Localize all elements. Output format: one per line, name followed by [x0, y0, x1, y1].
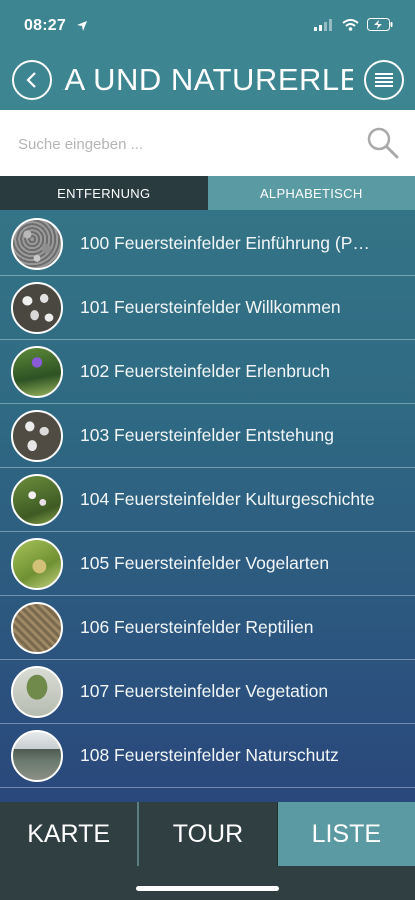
- bottom-safe-area: [0, 866, 415, 900]
- list-item-label: 108 Feuersteinfelder Naturschutz: [80, 745, 339, 765]
- page-title-wrap: FLORA UND NATURERLEBNIS: [62, 58, 353, 102]
- station-list: 100 Feuersteinfelder Einführung (P… 101 …: [0, 212, 415, 788]
- status-bar: 08:27: [0, 0, 415, 52]
- wifi-icon: [342, 18, 359, 31]
- search-input[interactable]: [16, 130, 350, 158]
- list-item[interactable]: 102 Feuersteinfelder Erlenbruch: [0, 340, 415, 404]
- list-item[interactable]: 104 Feuersteinfelder Kulturgeschichte: [0, 468, 415, 532]
- sort-alphabetical-tab[interactable]: ALPHABETISCH: [207, 176, 415, 210]
- list-item[interactable]: 108 Feuersteinfelder Naturschutz: [0, 724, 415, 788]
- list-item[interactable]: 103 Feuersteinfelder Entstehung: [0, 404, 415, 468]
- thumbnail-image: [11, 601, 63, 654]
- list-item-label: 102 Feuersteinfelder Erlenbruch: [80, 361, 331, 381]
- list-item-label: 107 Feuersteinfelder Vegetation: [80, 681, 329, 701]
- back-button[interactable]: [12, 60, 52, 100]
- thumbnail-image: [11, 217, 63, 270]
- search-bar: [0, 110, 415, 176]
- chevron-left-icon: [26, 72, 36, 88]
- list-item-label: 105 Feuersteinfelder Vogelarten: [80, 553, 330, 573]
- tab-liste[interactable]: LISTE: [277, 802, 415, 866]
- home-indicator[interactable]: [136, 886, 279, 891]
- list-item-label: 100 Feuersteinfelder Einführung (P…: [80, 233, 370, 253]
- thumbnail-image: [11, 537, 63, 590]
- sort-segmented-control: ENTFERNUNG ALPHABETISCH: [0, 176, 415, 210]
- page-title: FLORA UND NATURERLEBNIS: [62, 62, 353, 97]
- list-item-label: 106 Feuersteinfelder Reptilien: [80, 617, 314, 637]
- menu-icon: [375, 73, 393, 87]
- search-icon[interactable]: [366, 126, 400, 160]
- thumbnail-image: [11, 473, 63, 526]
- list-item-label: 104 Feuersteinfelder Kulturgeschichte: [80, 489, 375, 509]
- list-item[interactable]: 101 Feuersteinfelder Willkommen: [0, 276, 415, 340]
- tab-tour[interactable]: TOUR: [139, 802, 278, 866]
- tab-karte[interactable]: KARTE: [0, 802, 140, 866]
- signal-icon: [314, 18, 332, 31]
- thumbnail-image: [11, 729, 63, 782]
- location-arrow-icon: [77, 21, 87, 31]
- thumbnail-image: [11, 409, 63, 462]
- thumbnail-image: [11, 665, 63, 718]
- app-header: FLORA UND NATURERLEBNIS: [0, 52, 415, 110]
- menu-button[interactable]: [364, 60, 404, 100]
- status-time: 08:27: [24, 17, 66, 34]
- bottom-tab-bar: KARTE TOUR LISTE: [0, 802, 415, 866]
- list-item[interactable]: 107 Feuersteinfelder Vegetation: [0, 660, 415, 724]
- list-item[interactable]: 100 Feuersteinfelder Einführung (P…: [0, 212, 415, 276]
- list-item-label: 101 Feuersteinfelder Willkommen: [80, 297, 341, 317]
- list-item[interactable]: 105 Feuersteinfelder Vogelarten: [0, 532, 415, 596]
- thumbnail-image: [11, 281, 63, 334]
- list-item-label: 103 Feuersteinfelder Entstehung: [80, 425, 334, 445]
- battery-charging-icon: [367, 18, 393, 31]
- list-item[interactable]: 106 Feuersteinfelder Reptilien: [0, 596, 415, 660]
- thumbnail-image: [11, 345, 63, 398]
- sort-distance-tab[interactable]: ENTFERNUNG: [0, 176, 208, 210]
